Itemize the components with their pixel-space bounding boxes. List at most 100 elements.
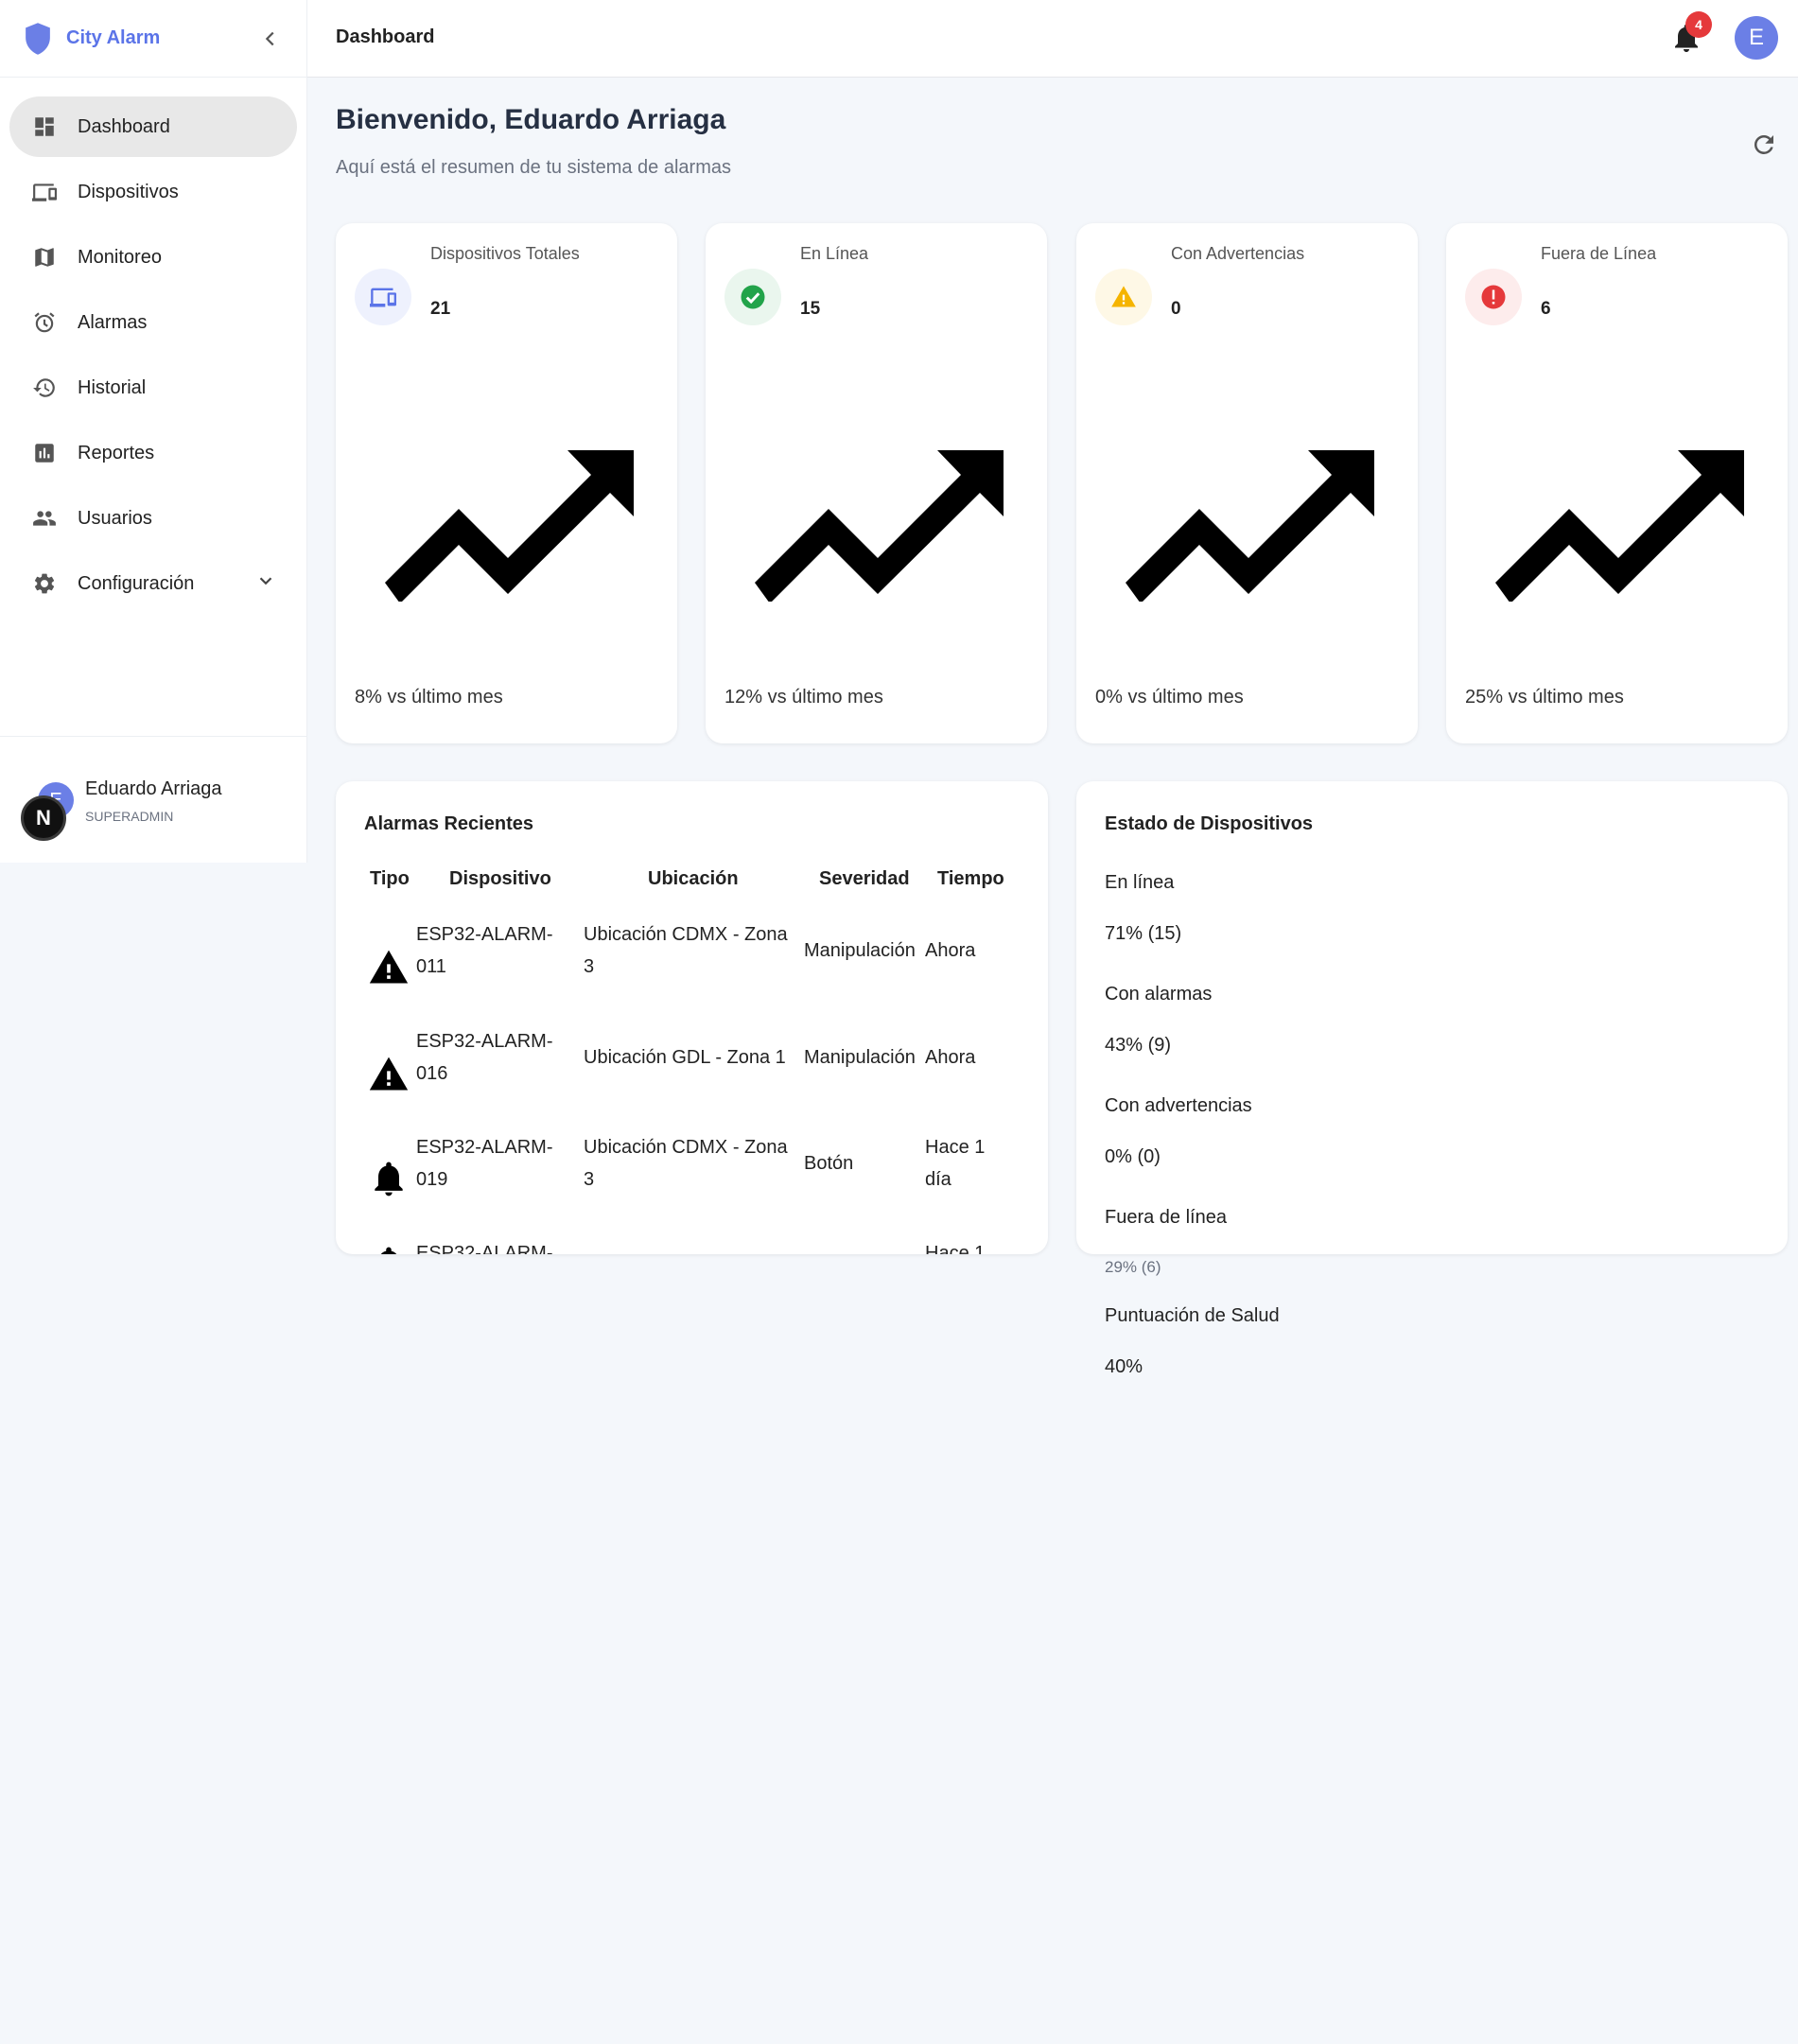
warning-icon	[369, 1057, 409, 1091]
bell-icon	[380, 1247, 397, 1254]
people-icon	[30, 504, 59, 533]
sidebar-item-label: Historial	[78, 376, 147, 398]
table-row[interactable]: ESP32-ALARM- Hace 1	[336, 1237, 1048, 1254]
dashboard-icon	[30, 113, 59, 141]
dev-tools-badge[interactable]: N	[21, 795, 66, 841]
sidebar-item-historial[interactable]: Historial	[9, 358, 297, 418]
brand-name[interactable]: City Alarm	[66, 27, 160, 49]
topbar: Dashboard 4 E	[307, 0, 1798, 78]
sidebar: City Alarm Dashboard Dispositivos Monito…	[0, 0, 307, 863]
status-value-warnings: 0% (0)	[1105, 1146, 1161, 1167]
sidebar-user[interactable]: E N Eduardo Arriaga SUPERADMIN	[0, 736, 306, 863]
sidebar-item-configuracion[interactable]: Configuración	[9, 553, 297, 614]
stat-delta: 25% vs último mes	[1465, 687, 1624, 708]
location: Ubicación GDL - Zona 1	[584, 1047, 786, 1068]
check-circle-icon	[724, 269, 781, 325]
panel-title: Estado de Dispositivos	[1105, 813, 1314, 834]
sidebar-nav: Dashboard Dispositivos Monitoreo Alarmas…	[0, 78, 306, 614]
location: Ubicación CDMX - Zona 3	[584, 924, 788, 977]
status-label-offline: Fuera de línea	[1105, 1207, 1227, 1228]
column-header[interactable]: Dispositivo	[449, 868, 551, 890]
page-title: Bienvenido, Eduardo Arriaga	[336, 104, 726, 135]
status-label-warnings: Con advertencias	[1105, 1095, 1252, 1116]
column-header[interactable]: Ubicación	[648, 868, 739, 890]
trending-up-icon	[755, 450, 1004, 602]
stat-value: 21	[430, 299, 451, 319]
stat-value: 15	[800, 299, 821, 319]
column-header[interactable]: Tipo	[370, 868, 410, 890]
device-name: ESP32-ALARM-	[416, 1243, 553, 1254]
table-row[interactable]: ESP32-ALARM- 011 Ubicación CDMX - Zona 3 M…	[336, 918, 1048, 1024]
table-row[interactable]: ESP32-ALARM- 019 Ubicación CDMX - Zona 3 B…	[336, 1131, 1048, 1237]
devices-icon	[355, 269, 411, 325]
severity: Manipulación	[804, 1047, 916, 1068]
brand-header: City Alarm	[0, 0, 306, 78]
device-name: ESP32-ALARM- 011	[416, 924, 553, 977]
avatar[interactable]: E	[1735, 16, 1778, 60]
stat-delta: 8% vs último mes	[355, 687, 503, 708]
sidebar-item-label: Usuarios	[78, 507, 152, 529]
device-status-panel: Estado de Dispositivos En línea 71% (15)…	[1076, 781, 1788, 1254]
sidebar-item-dashboard[interactable]: Dashboard	[9, 96, 297, 157]
bell-icon	[375, 1162, 403, 1197]
table-row[interactable]: ESP32-ALARM- 016 Ubicación GDL - Zona 1 M…	[336, 1025, 1048, 1131]
map-icon	[30, 243, 59, 271]
sidebar-item-usuarios[interactable]: Usuarios	[9, 488, 297, 549]
stat-value: 0	[1171, 299, 1181, 319]
gear-icon	[30, 569, 59, 598]
severity: Manipulación	[804, 940, 916, 961]
sidebar-item-alarmas[interactable]: Alarmas	[9, 292, 297, 353]
refresh-icon[interactable]	[1750, 131, 1778, 159]
status-value-alarms: 43% (9)	[1105, 1035, 1172, 1056]
recent-alarms-panel: Alarmas Recientes Tipo Dispositivo Ubica…	[336, 781, 1048, 1254]
error-circle-icon	[1465, 269, 1522, 325]
stat-card-online: En Línea 15 12% vs último mes	[706, 223, 1047, 743]
stat-value: 6	[1541, 299, 1551, 319]
location: Ubicación CDMX - Zona 3	[584, 1137, 788, 1190]
devices-icon	[30, 178, 59, 206]
stat-card-warnings: Con Advertencias 0 0% vs último mes	[1076, 223, 1418, 743]
alarm-clock-icon	[30, 308, 59, 337]
stat-card-offline: Fuera de Línea 6 25% vs último mes	[1446, 223, 1788, 743]
stat-delta: 0% vs último mes	[1095, 687, 1244, 708]
chevron-left-icon[interactable]	[257, 26, 284, 52]
trending-up-icon	[1495, 450, 1744, 602]
page-subtitle: Aquí está el resumen de tu sistema de al…	[336, 157, 731, 178]
sidebar-item-label: Monitoreo	[78, 246, 162, 268]
bar-chart-icon	[30, 439, 59, 467]
time: Ahora	[925, 940, 976, 961]
warning-icon	[369, 950, 409, 984]
history-icon	[30, 374, 59, 402]
stat-delta: 12% vs último mes	[724, 687, 883, 708]
stat-title: En Línea	[800, 244, 869, 263]
notification-badge: 4	[1685, 11, 1712, 38]
stat-card-total: Dispositivos Totales 21 8% vs último mes	[336, 223, 677, 743]
trending-up-icon	[1126, 450, 1374, 602]
sidebar-item-monitoreo[interactable]: Monitoreo	[9, 227, 297, 288]
chevron-down-icon[interactable]	[255, 570, 276, 597]
time: Hace 1 día	[925, 1137, 986, 1190]
stat-title: Fuera de Línea	[1541, 244, 1657, 263]
user-role: SUPERADMIN	[85, 809, 174, 824]
column-header[interactable]: Tiempo	[937, 868, 1004, 890]
sidebar-item-label: Alarmas	[78, 311, 148, 333]
column-header[interactable]: Severidad	[819, 868, 910, 890]
severity: Botón	[804, 1153, 854, 1174]
status-value-health: 40%	[1105, 1356, 1143, 1377]
trending-up-icon	[385, 450, 634, 602]
status-label-health: Puntuación de Salud	[1105, 1305, 1280, 1326]
breadcrumb: Dashboard	[336, 26, 435, 47]
sidebar-item-label: Dispositivos	[78, 181, 179, 202]
device-name: ESP32-ALARM- 019	[416, 1137, 553, 1190]
user-name: Eduardo Arriaga	[85, 778, 222, 799]
warning-icon	[1095, 269, 1152, 325]
sidebar-item-dispositivos[interactable]: Dispositivos	[9, 162, 297, 222]
time: Hace 1	[925, 1243, 986, 1254]
panel-title: Alarmas Recientes	[364, 813, 533, 834]
shield-icon	[26, 22, 50, 55]
stat-title: Con Advertencias	[1171, 244, 1305, 263]
status-label-online: En línea	[1105, 872, 1175, 893]
status-value-offline: 29% (6)	[1105, 1258, 1161, 1276]
sidebar-item-reportes[interactable]: Reportes	[9, 423, 297, 483]
status-label-alarms: Con alarmas	[1105, 984, 1213, 1005]
